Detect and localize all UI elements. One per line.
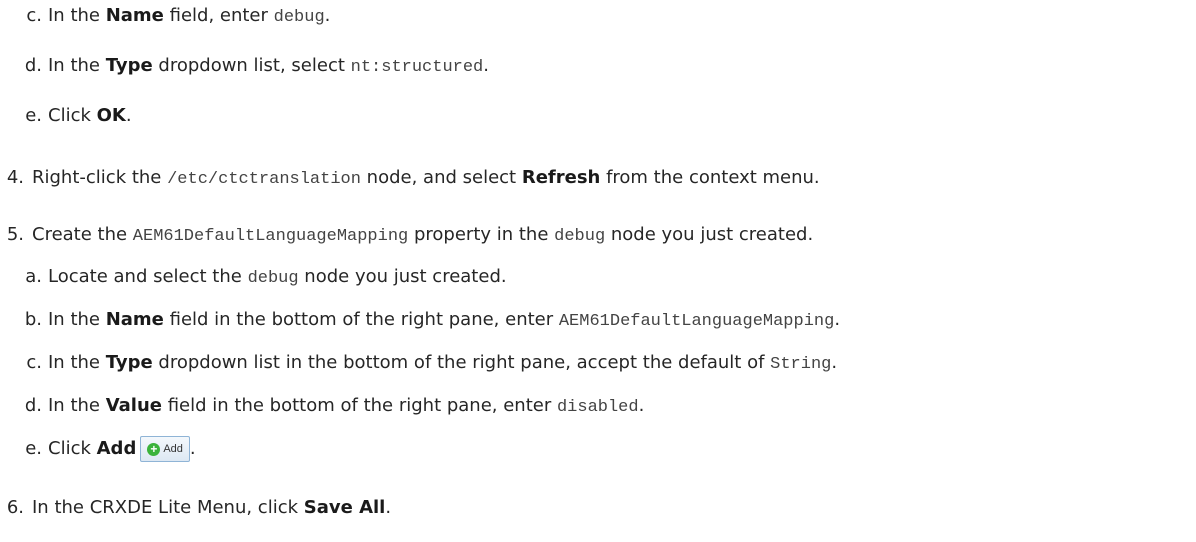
step-label: b.	[24, 309, 42, 330]
step-e-ok: e. Click OK.	[0, 103, 131, 129]
code-value: AEM61DefaultLanguageMapping	[558, 312, 835, 331]
step-d-type: d. In the Type dropdown list, select nt:s…	[0, 53, 489, 79]
step-label: c.	[26, 5, 42, 26]
step-label: d.	[24, 395, 42, 416]
document-page: c. In the Name field, enter debug. d. In t…	[0, 0, 1196, 542]
step-number: 6.	[6, 497, 24, 518]
step-label: e.	[25, 438, 42, 459]
ui-term: Add	[96, 438, 137, 459]
step-c-type: c. In the Type dropdown list in the botto…	[0, 350, 837, 376]
ui-term: Name	[105, 5, 164, 26]
add-plus-icon: +	[147, 442, 161, 456]
code-value: nt:structured	[350, 58, 484, 77]
ui-term: Name	[105, 309, 164, 330]
code-value: String	[770, 355, 832, 374]
step-d-value: d. In the Value field in the bottom of th…	[0, 393, 644, 419]
code-value: disabled	[556, 398, 639, 417]
code-path: /etc/ctctranslation	[167, 170, 361, 189]
ui-term: Type	[105, 55, 153, 76]
step-e-add: e. Click Add + Add.	[0, 436, 196, 462]
ui-term: Type	[105, 352, 153, 373]
step-number: 5.	[6, 224, 24, 245]
step-label: a.	[25, 266, 42, 287]
code-value: debug	[273, 8, 325, 27]
step-label: d.	[24, 55, 42, 76]
step-4-refresh: 4. Right-click the /etc/ctctranslation no…	[0, 165, 820, 191]
step-b-name: b. In the Name field in the bottom of the…	[0, 307, 840, 333]
code-value: debug	[554, 227, 606, 246]
step-6-save-all: 6. In the CRXDE Lite Menu, click Save All…	[0, 495, 391, 521]
step-5-create-property: 5. Create the AEM61DefaultLanguageMapping…	[0, 222, 813, 248]
step-a-locate: a. Locate and select the debug node you j…	[0, 264, 506, 290]
add-button[interactable]: + Add	[140, 436, 190, 462]
step-number: 4.	[6, 167, 24, 188]
code-value: debug	[247, 269, 299, 288]
ui-term: Value	[105, 395, 162, 416]
step-label: e.	[25, 105, 42, 126]
add-button-label: Add	[163, 443, 183, 455]
step-label: c.	[26, 352, 42, 373]
ui-term: OK	[96, 105, 126, 126]
code-value: AEM61DefaultLanguageMapping	[132, 227, 409, 246]
step-c-name: c. In the Name field, enter debug.	[0, 3, 330, 29]
ui-term: Refresh	[521, 167, 601, 188]
ui-term: Save All	[303, 497, 386, 518]
